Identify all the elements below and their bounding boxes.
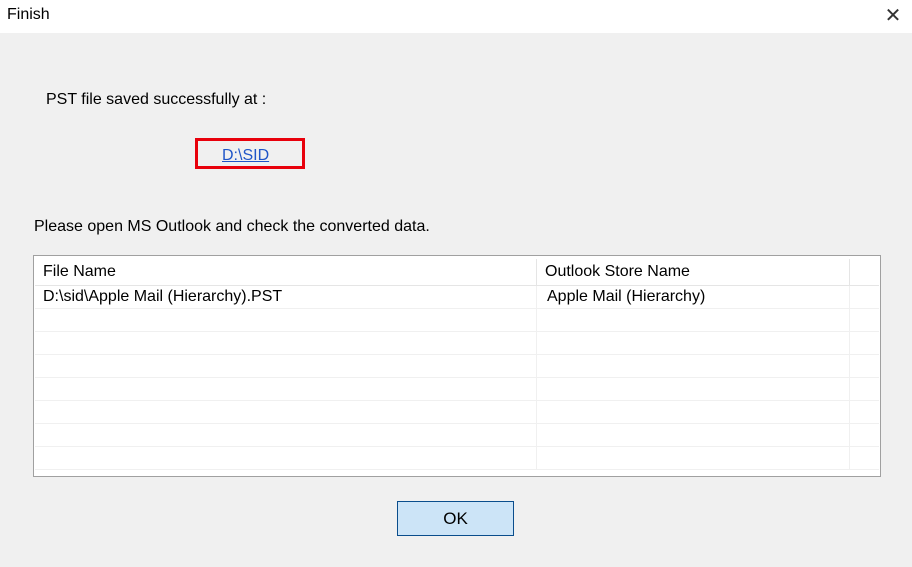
cell-store-name (537, 378, 850, 400)
close-icon[interactable]: ✕ (880, 3, 906, 29)
cell-filler (850, 355, 879, 377)
cell-file-name (35, 332, 537, 354)
column-header-outlook-store-name[interactable]: Outlook Store Name (537, 259, 850, 285)
finish-dialog: Finish ✕ PST file saved successfully at … (0, 0, 912, 567)
cell-store-name (537, 424, 850, 446)
cell-file-name (35, 309, 537, 331)
cell-filler (850, 424, 879, 446)
cell-file-name (35, 378, 537, 400)
cell-filler (850, 286, 879, 308)
converted-files-list[interactable]: File Name Outlook Store Name D:\sid\Appl… (33, 255, 881, 477)
cell-store-name: Apple Mail (Hierarchy) (537, 286, 850, 308)
saved-path-link[interactable]: D:\SID (222, 147, 269, 165)
instruction-text: Please open MS Outlook and check the con… (34, 218, 430, 235)
window-title: Finish (7, 6, 50, 23)
saved-message-label: PST file saved successfully at : (46, 91, 267, 108)
cell-store-name (537, 447, 850, 469)
column-header-filler (850, 259, 879, 285)
cell-file-name: D:\sid\Apple Mail (Hierarchy).PST (35, 286, 537, 308)
column-header-file-name[interactable]: File Name (35, 259, 537, 285)
cell-filler (850, 332, 879, 354)
table-row (35, 401, 879, 424)
cell-file-name (35, 447, 537, 469)
saved-path-highlight: D:\SID (195, 138, 305, 169)
list-rows: D:\sid\Apple Mail (Hierarchy).PST Apple … (35, 286, 879, 470)
ok-button[interactable]: OK (397, 501, 514, 536)
cell-store-name (537, 332, 850, 354)
cell-file-name (35, 401, 537, 423)
list-header: File Name Outlook Store Name (35, 259, 879, 286)
table-row (35, 355, 879, 378)
cell-file-name (35, 355, 537, 377)
cell-store-name (537, 401, 850, 423)
table-row (35, 332, 879, 355)
cell-filler (850, 447, 879, 469)
cell-filler (850, 309, 879, 331)
cell-file-name (35, 424, 537, 446)
title-bar: Finish ✕ (0, 0, 912, 33)
cell-store-name (537, 355, 850, 377)
table-row (35, 378, 879, 401)
cell-filler (850, 378, 879, 400)
cell-store-name (537, 309, 850, 331)
table-row (35, 309, 879, 332)
table-row (35, 424, 879, 447)
table-row[interactable]: D:\sid\Apple Mail (Hierarchy).PST Apple … (35, 286, 879, 309)
table-row (35, 447, 879, 470)
cell-filler (850, 401, 879, 423)
